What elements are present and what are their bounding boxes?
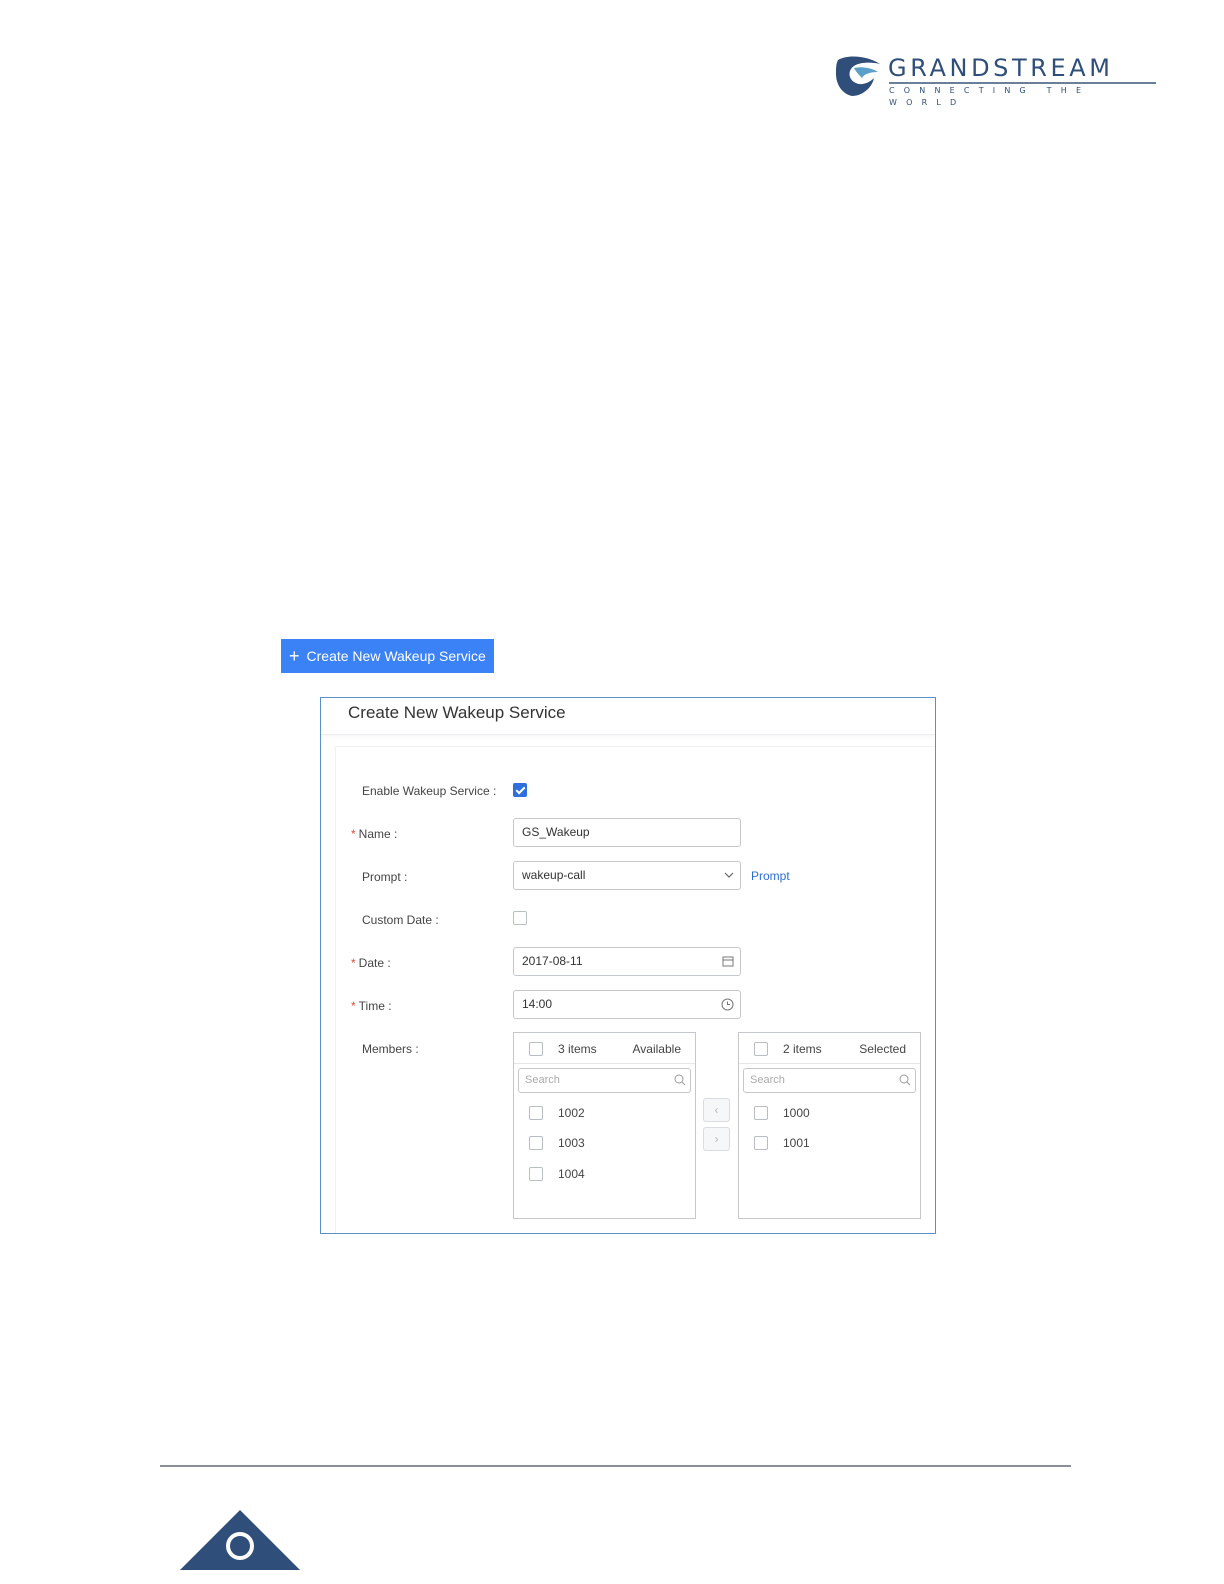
- selected-panel: 2 items Selected Search 1000 1001: [738, 1032, 921, 1219]
- date-input[interactable]: 2017-08-11: [513, 947, 741, 976]
- time-input[interactable]: 14:00: [513, 990, 741, 1019]
- date-label: Date :: [358, 956, 391, 970]
- dialog-title: Create New Wakeup Service: [348, 703, 566, 722]
- available-item-checkbox[interactable]: [529, 1167, 543, 1181]
- chevron-down-icon: [724, 862, 734, 899]
- prompt-value: wakeup-call: [522, 868, 586, 882]
- selected-count: 2 items: [783, 1042, 822, 1056]
- clock-icon: [721, 991, 734, 1028]
- time-label-row: * Time :: [351, 998, 392, 1014]
- selected-item-checkbox[interactable]: [754, 1136, 768, 1150]
- selected-search-placeholder: Search: [750, 1074, 785, 1086]
- available-search-input[interactable]: Search: [518, 1068, 691, 1093]
- prompt-link[interactable]: Prompt: [751, 869, 790, 883]
- grandstream-logo-icon: [836, 56, 880, 96]
- move-right-button[interactable]: ›: [703, 1127, 730, 1151]
- selected-search-input[interactable]: Search: [743, 1068, 916, 1093]
- time-value: 14:00: [522, 997, 553, 1011]
- available-item[interactable]: 1002: [558, 1106, 585, 1120]
- available-select-all-checkbox[interactable]: [529, 1042, 543, 1056]
- required-mark: *: [351, 999, 356, 1013]
- required-mark: *: [351, 956, 356, 970]
- name-label-row: * Name :: [351, 826, 397, 842]
- time-label: Time :: [358, 999, 392, 1013]
- available-panel: 3 items Available Search 1002 1003 1004: [513, 1032, 696, 1219]
- custom-date-label: Custom Date :: [362, 913, 439, 927]
- available-title: Available: [632, 1042, 681, 1056]
- available-item-checkbox[interactable]: [529, 1136, 543, 1150]
- enable-wakeup-checkbox[interactable]: [513, 783, 527, 797]
- brand-rule: [889, 82, 1156, 84]
- brand-name: GRANDSTREAM: [888, 54, 1114, 82]
- selected-item-checkbox[interactable]: [754, 1106, 768, 1120]
- create-wakeup-service-button[interactable]: + Create New Wakeup Service: [281, 639, 494, 673]
- grandstream-logo: GRANDSTREAM CONNECTING THE WORLD: [834, 54, 1159, 107]
- footer-divider: [160, 1465, 1071, 1467]
- search-icon: [674, 1069, 686, 1100]
- date-value: 2017-08-11: [522, 954, 583, 968]
- date-label-row: * Date :: [351, 955, 391, 971]
- brand-tagline: CONNECTING THE WORLD: [889, 86, 1091, 107]
- prompt-label: Prompt :: [362, 870, 408, 884]
- chevron-right-icon: ›: [714, 1132, 719, 1146]
- selected-item[interactable]: 1001: [783, 1136, 810, 1150]
- calendar-icon: [722, 948, 734, 985]
- available-item[interactable]: 1004: [558, 1167, 585, 1181]
- available-count: 3 items: [558, 1042, 597, 1056]
- chevron-left-icon: ‹: [714, 1103, 719, 1117]
- enable-label: Enable Wakeup Service :: [362, 784, 497, 798]
- selected-select-all-checkbox[interactable]: [754, 1042, 768, 1056]
- search-icon: [899, 1069, 911, 1100]
- footer-logo-icon: [180, 1510, 300, 1570]
- custom-date-checkbox[interactable]: [513, 911, 527, 925]
- name-label: Name :: [358, 827, 398, 841]
- name-input[interactable]: GS_Wakeup: [513, 818, 741, 847]
- plus-icon: +: [289, 646, 300, 666]
- selected-title: Selected: [859, 1042, 906, 1056]
- selected-item[interactable]: 1000: [783, 1106, 810, 1120]
- available-search-placeholder: Search: [525, 1074, 560, 1086]
- create-button-label: Create New Wakeup Service: [306, 648, 486, 664]
- required-mark: *: [351, 827, 356, 841]
- members-label: Members :: [362, 1042, 419, 1056]
- move-left-button[interactable]: ‹: [703, 1098, 730, 1122]
- prompt-select[interactable]: wakeup-call: [513, 861, 741, 890]
- available-item-checkbox[interactable]: [529, 1106, 543, 1120]
- available-item[interactable]: 1003: [558, 1136, 585, 1150]
